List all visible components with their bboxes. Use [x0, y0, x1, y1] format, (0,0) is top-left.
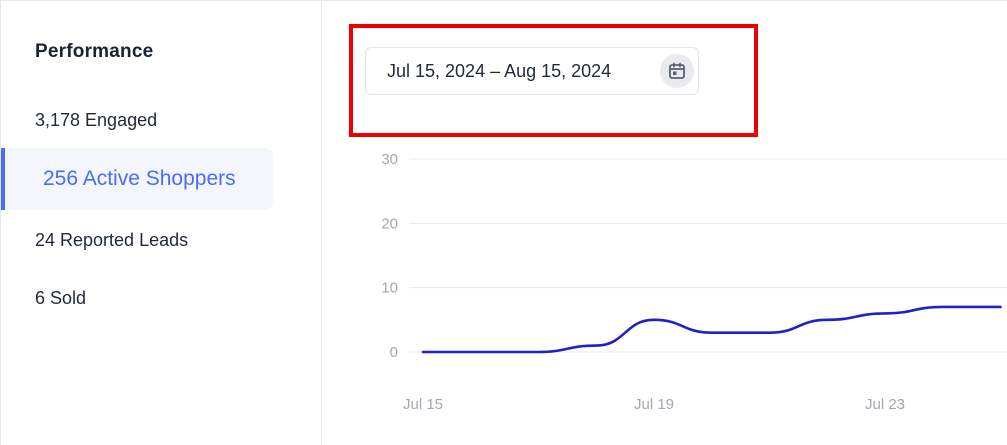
chart-svg: 0 10 20 30 Jul 15 Jul 19 Jul 23	[381, 151, 1007, 413]
y-tick-label: 0	[390, 344, 398, 361]
series-line	[421, 305, 1002, 354]
calendar-icon	[669, 62, 685, 79]
y-tick-label: 30	[381, 151, 398, 168]
sidebar-item-active-shoppers[interactable]: 256 Active Shoppers	[1, 148, 273, 210]
x-tick-label: Jul 19	[634, 396, 674, 413]
y-tick-label: 20	[381, 215, 398, 232]
sidebar-title: Performance	[35, 41, 154, 62]
sidebar-item-engaged[interactable]: 3,178 Engaged	[1, 107, 273, 133]
sidebar-item-sold[interactable]: 6 Sold	[1, 285, 273, 311]
line-chart: 0 10 20 30 Jul 15 Jul 19 Jul 23	[341, 141, 1007, 431]
y-tick-label: 10	[381, 280, 398, 297]
sidebar: Performance 3,178 Engaged 256 Active Sho…	[1, 1, 322, 445]
sidebar-item-reported-leads[interactable]: 24 Reported Leads	[1, 227, 273, 253]
calendar-button[interactable]	[660, 54, 694, 88]
date-range-value: Jul 15, 2024 – Aug 15, 2024	[387, 61, 612, 81]
x-tick-label: Jul 15	[403, 396, 443, 413]
performance-panel: Performance 3,178 Engaged 256 Active Sho…	[0, 0, 1007, 445]
date-range-picker[interactable]: Jul 15, 2024 – Aug 15, 2024	[365, 47, 699, 95]
x-tick-label: Jul 23	[865, 396, 905, 413]
